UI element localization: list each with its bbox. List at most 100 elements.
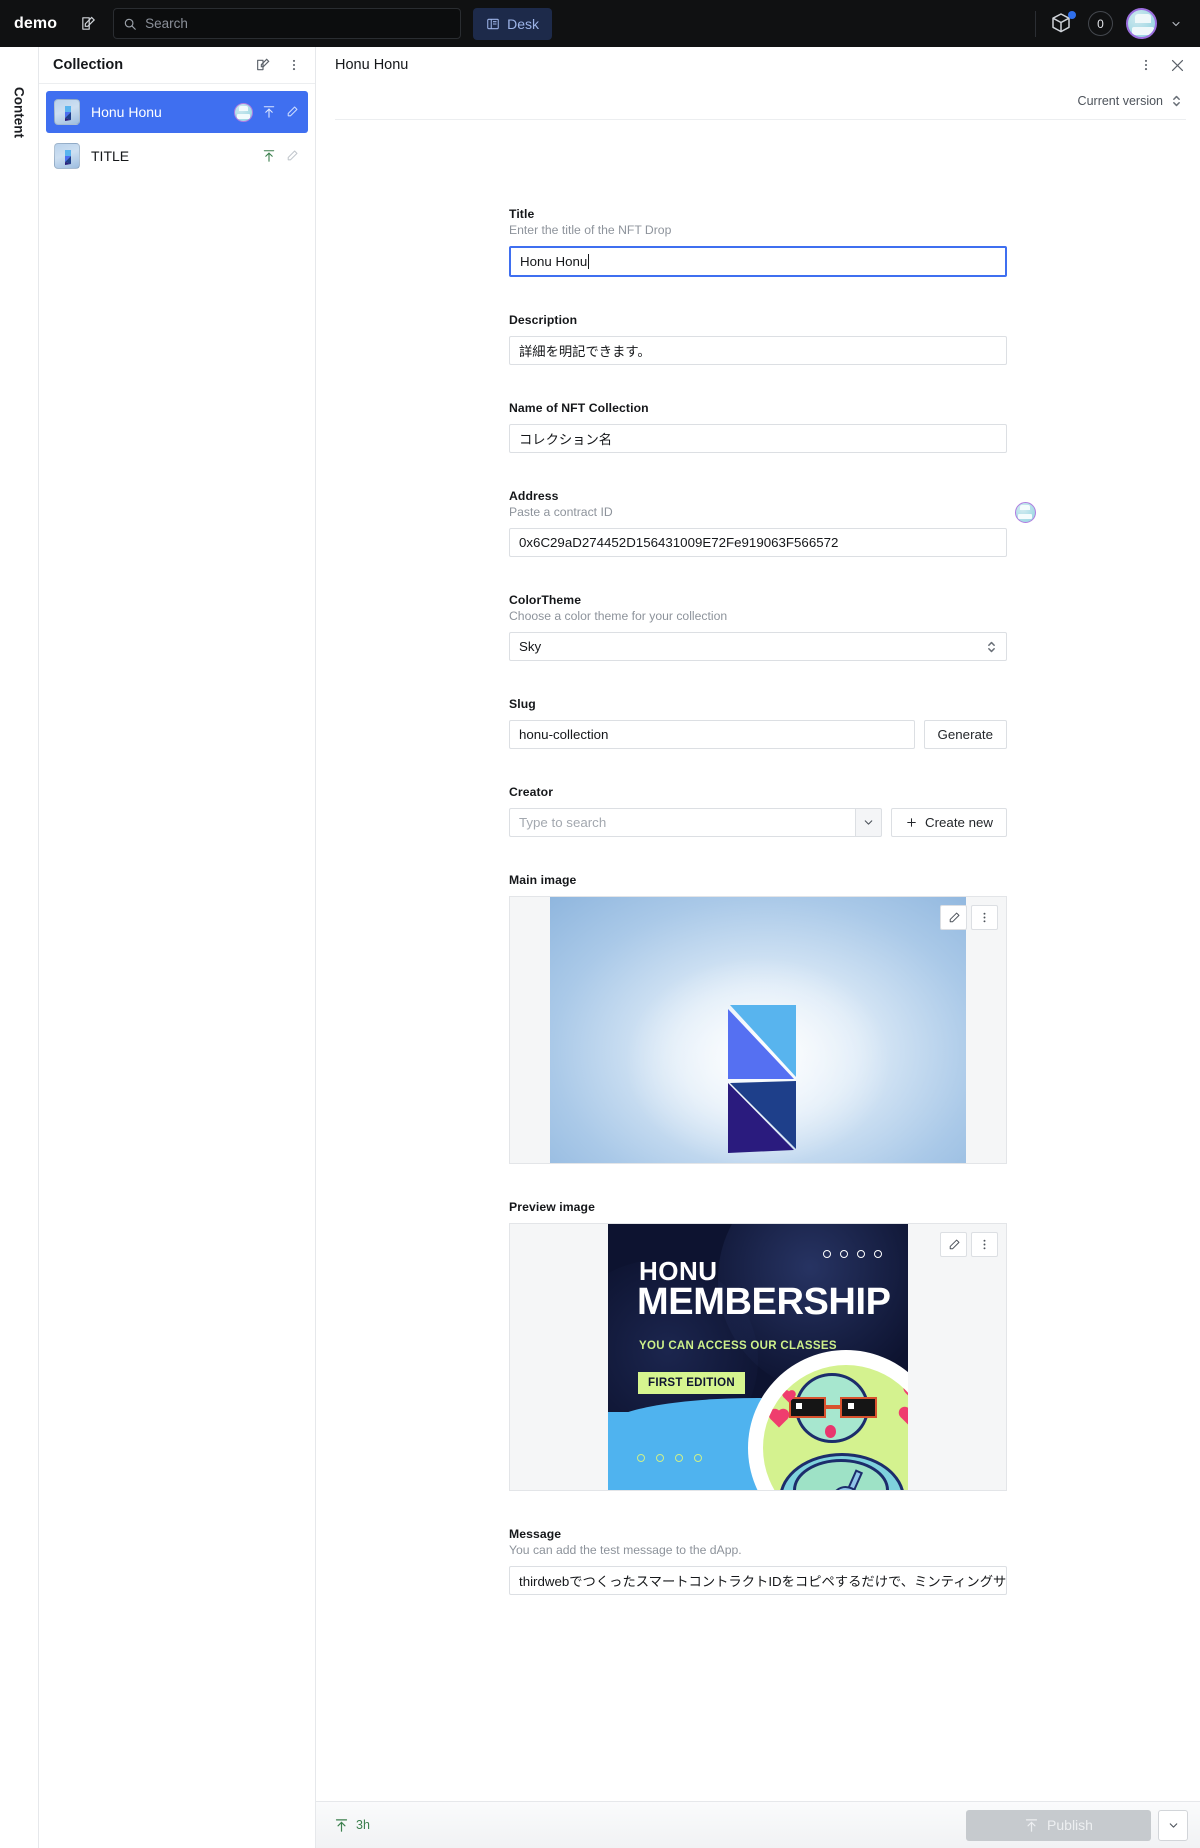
document-header-actions [1139,57,1186,74]
artwork-dots-top [823,1250,882,1258]
package-badge-dot [1068,10,1076,19]
ellipsis-vertical-icon[interactable] [1139,58,1153,72]
main-image-block[interactable] [509,896,1007,1164]
address-input[interactable]: 0x6C29aD274452D156431009E72Fe919063F5665… [509,528,1007,557]
publish-up-icon[interactable] [262,105,276,119]
chevron-down-icon[interactable] [855,808,882,837]
pencil-icon[interactable] [940,905,967,930]
artwork-subline: YOU CAN ACCESS OUR CLASSES [639,1340,837,1352]
publish-status: 3h [334,1818,370,1833]
left-rail: Content [0,47,39,1848]
stepper-updown-icon[interactable] [986,639,997,655]
main-image-artwork [550,897,966,1163]
collection-pane: Collection Honu Honu TITLE [39,47,316,1848]
desk-button-label: Desk [507,15,539,32]
field-creator: Creator Type to search Create new [509,785,1007,837]
pane-title: Collection [53,57,124,73]
generate-button[interactable]: Generate [923,720,1007,749]
desk-button[interactable]: Desk [473,7,552,40]
pane-header-actions [252,54,305,76]
field-slug: Slug honu-collection Generate [509,697,1007,749]
field-description: You can add the test message to the dApp… [509,1543,742,1557]
collection-name-input[interactable]: コレクション名 [509,424,1007,453]
page-title: Honu Honu [335,57,409,73]
heart-icon [770,1410,788,1428]
compose-icon[interactable] [73,9,103,39]
title-input-value: Honu Honu [520,254,588,269]
footer-actions: Publish [966,1809,1188,1841]
document-form: Title Enter the title of the NFT Drop Ho… [509,120,1036,1595]
publish-button[interactable]: Publish [966,1809,1151,1841]
prism-logo-icon [728,1005,796,1153]
preview-image-block[interactable]: HONU MEMBERSHIP YOU CAN ACCESS OUR CLASS… [509,1223,1007,1491]
field-description: Paste a contract ID [509,505,613,519]
field-message: Message You can add the test message to … [509,1527,1007,1595]
pencil-icon[interactable] [285,105,299,119]
title-input[interactable]: Honu Honu [509,246,1007,277]
notification-count[interactable]: 0 [1088,11,1113,36]
field-label: Main image [509,873,577,887]
rail-label-content[interactable]: Content [12,87,27,138]
publish-status-text: 3h [356,1818,370,1832]
user-avatar [1015,502,1036,523]
document-header: Honu Honu Current version [316,47,1200,120]
ellipsis-vertical-icon[interactable] [283,54,305,76]
field-label: Message [509,1527,562,1541]
chevron-down-icon[interactable] [1158,1809,1188,1841]
document-footer: 3h Publish [316,1801,1200,1848]
search-icon [124,18,136,30]
publish-up-icon[interactable] [262,149,276,163]
ellipsis-vertical-icon[interactable] [971,905,998,930]
list-item-label: TITLE [91,148,130,164]
preview-image-actions [940,1232,998,1257]
search-input[interactable]: Search [113,8,462,39]
document-thumbnail [54,143,80,169]
pencil-icon[interactable] [285,149,299,163]
package-icon[interactable] [1049,10,1076,37]
field-colortheme: ColorTheme Choose a color theme for your… [509,593,1007,661]
heart-icon [900,1408,908,1426]
chevron-down-icon[interactable] [1170,18,1182,30]
user-avatar[interactable] [1126,8,1157,39]
turtle-mouth [825,1425,836,1438]
close-icon[interactable] [1169,57,1186,74]
slug-input[interactable]: honu-collection [509,720,915,749]
brand-logo[interactable]: demo [14,15,57,33]
compose-icon[interactable] [252,54,274,76]
field-title: Title Enter the title of the NFT Drop Ho… [509,207,1007,277]
field-description-block: Description 詳細を明記できます。 [509,313,1007,365]
thumbnail-artwork [65,106,71,121]
description-input-value: 詳細を明記できます。 [519,344,651,359]
topnav-right-group: 0 [1035,8,1186,39]
slug-row: honu-collection Generate [509,720,1007,749]
list-item-actions [262,149,299,163]
message-input[interactable]: thirdwebでつくったスマートコントラクトIDをコピペするだけで、ミンティン… [509,1566,1007,1595]
ellipsis-vertical-icon[interactable] [971,1232,998,1257]
create-new-button[interactable]: Create new [891,808,1007,837]
field-description: Choose a color theme for your collection [509,609,728,623]
creator-search-input[interactable]: Type to search [509,808,855,837]
collection-pane-header: Collection [39,47,315,84]
artwork-headline: MEMBERSHIP [637,1281,891,1323]
list-item[interactable]: TITLE [46,135,308,177]
document-header-title-row: Honu Honu [335,47,1186,83]
pencil-icon[interactable] [940,1232,967,1257]
field-label: Name of NFT Collection [509,401,649,415]
field-label: Title [509,207,535,221]
publish-up-icon [1024,1818,1039,1833]
publish-up-icon [334,1818,349,1833]
list-item-label: Honu Honu [91,104,162,120]
heart-icon [905,1381,908,1405]
colortheme-select-value: Sky [519,639,542,654]
current-version-label[interactable]: Current version [1078,94,1163,108]
address-input-value: 0x6C29aD274452D156431009E72Fe919063F5665… [519,535,839,550]
document-list: Honu Honu TITLE [39,84,315,177]
description-input[interactable]: 詳細を明記できます。 [509,336,1007,365]
field-label: Description [509,313,578,327]
list-item[interactable]: Honu Honu [46,91,308,133]
search-placeholder: Search [145,16,188,31]
field-preview-image: Preview image HONU MEMBERSHIP YOU CAN AC… [509,1200,1007,1491]
colortheme-select[interactable]: Sky [509,632,1007,661]
list-item-actions [234,102,299,122]
stepper-updown-icon[interactable] [1171,93,1182,109]
